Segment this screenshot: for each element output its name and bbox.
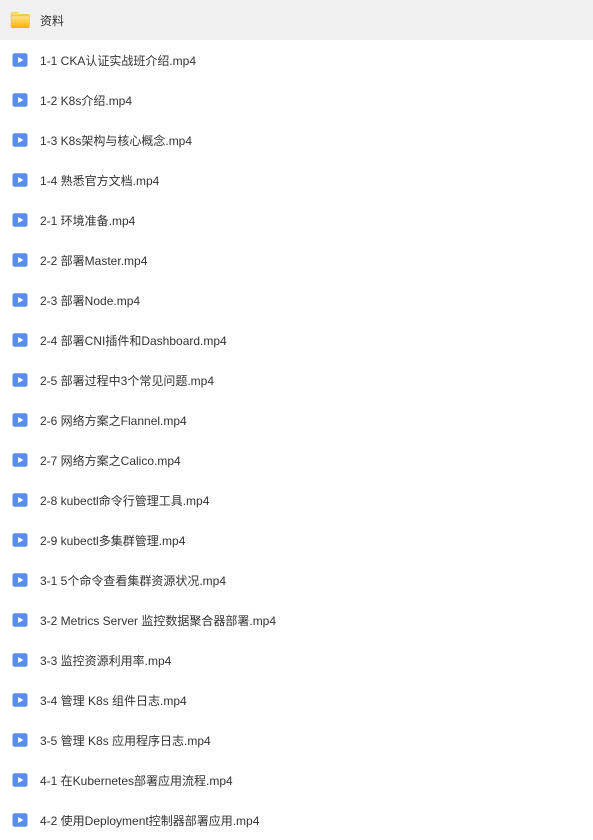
video-item[interactable]: 1-4 熟悉官方文档.mp4 [0,160,593,200]
video-item[interactable]: 3-3 监控资源利用率.mp4 [0,640,593,680]
video-item[interactable]: 2-5 部署过程中3个常见问题.mp4 [0,360,593,400]
video-file-icon [10,330,30,350]
video-file-icon [10,290,30,310]
video-file-icon [10,810,30,830]
file-name: 2-4 部署CNI插件和Dashboard.mp4 [40,332,227,349]
video-file-icon [10,530,30,550]
file-list: 资料 1-1 CKA认证实战班介绍.mp4 1-2 K8s介绍.mp4 1-3 … [0,0,593,840]
file-name: 1-4 熟悉官方文档.mp4 [40,172,159,189]
video-file-icon [10,490,30,510]
video-item[interactable]: 1-3 K8s架构与核心概念.mp4 [0,120,593,160]
video-item[interactable]: 2-4 部署CNI插件和Dashboard.mp4 [0,320,593,360]
folder-item[interactable]: 资料 [0,0,593,40]
video-item[interactable]: 2-6 网络方案之Flannel.mp4 [0,400,593,440]
file-name: 3-3 监控资源利用率.mp4 [40,652,171,669]
file-name: 资料 [40,12,64,29]
video-file-icon [10,570,30,590]
file-name: 2-2 部署Master.mp4 [40,252,147,269]
video-item[interactable]: 2-7 网络方案之Calico.mp4 [0,440,593,480]
video-item[interactable]: 1-1 CKA认证实战班介绍.mp4 [0,40,593,80]
video-file-icon [10,730,30,750]
file-name: 2-7 网络方案之Calico.mp4 [40,452,181,469]
file-name: 2-6 网络方案之Flannel.mp4 [40,412,187,429]
video-file-icon [10,50,30,70]
video-item[interactable]: 3-5 管理 K8s 应用程序日志.mp4 [0,720,593,760]
file-name: 3-1 5个命令查看集群资源状况.mp4 [40,572,226,589]
video-file-icon [10,370,30,390]
video-item[interactable]: 1-2 K8s介绍.mp4 [0,80,593,120]
video-file-icon [10,650,30,670]
video-file-icon [10,130,30,150]
file-name: 4-1 在Kubernetes部署应用流程.mp4 [40,772,233,789]
video-item[interactable]: 2-8 kubectl命令行管理工具.mp4 [0,480,593,520]
video-item[interactable]: 3-2 Metrics Server 监控数据聚合器部署.mp4 [0,600,593,640]
file-name: 1-2 K8s介绍.mp4 [40,92,132,109]
video-file-icon [10,250,30,270]
file-name: 1-1 CKA认证实战班介绍.mp4 [40,52,196,69]
video-file-icon [10,690,30,710]
folder-icon [10,10,30,30]
video-item[interactable]: 3-1 5个命令查看集群资源状况.mp4 [0,560,593,600]
file-name: 3-5 管理 K8s 应用程序日志.mp4 [40,732,211,749]
video-item[interactable]: 4-2 使用Deployment控制器部署应用.mp4 [0,800,593,840]
video-file-icon [10,450,30,470]
video-file-icon [10,610,30,630]
video-file-icon [10,410,30,430]
file-name: 2-9 kubectl多集群管理.mp4 [40,532,185,549]
file-name: 4-2 使用Deployment控制器部署应用.mp4 [40,812,259,829]
video-item[interactable]: 2-9 kubectl多集群管理.mp4 [0,520,593,560]
file-name: 1-3 K8s架构与核心概念.mp4 [40,132,192,149]
file-name: 2-3 部署Node.mp4 [40,292,140,309]
video-file-icon [10,90,30,110]
file-name: 3-2 Metrics Server 监控数据聚合器部署.mp4 [40,612,276,629]
video-item[interactable]: 3-4 管理 K8s 组件日志.mp4 [0,680,593,720]
file-name: 2-5 部署过程中3个常见问题.mp4 [40,372,214,389]
file-name: 2-1 环境准备.mp4 [40,212,135,229]
video-file-icon [10,170,30,190]
file-name: 2-8 kubectl命令行管理工具.mp4 [40,492,209,509]
video-item[interactable]: 4-1 在Kubernetes部署应用流程.mp4 [0,760,593,800]
video-item[interactable]: 2-3 部署Node.mp4 [0,280,593,320]
file-name: 3-4 管理 K8s 组件日志.mp4 [40,692,187,709]
video-file-icon [10,210,30,230]
video-item[interactable]: 2-2 部署Master.mp4 [0,240,593,280]
video-item[interactable]: 2-1 环境准备.mp4 [0,200,593,240]
video-file-icon [10,770,30,790]
